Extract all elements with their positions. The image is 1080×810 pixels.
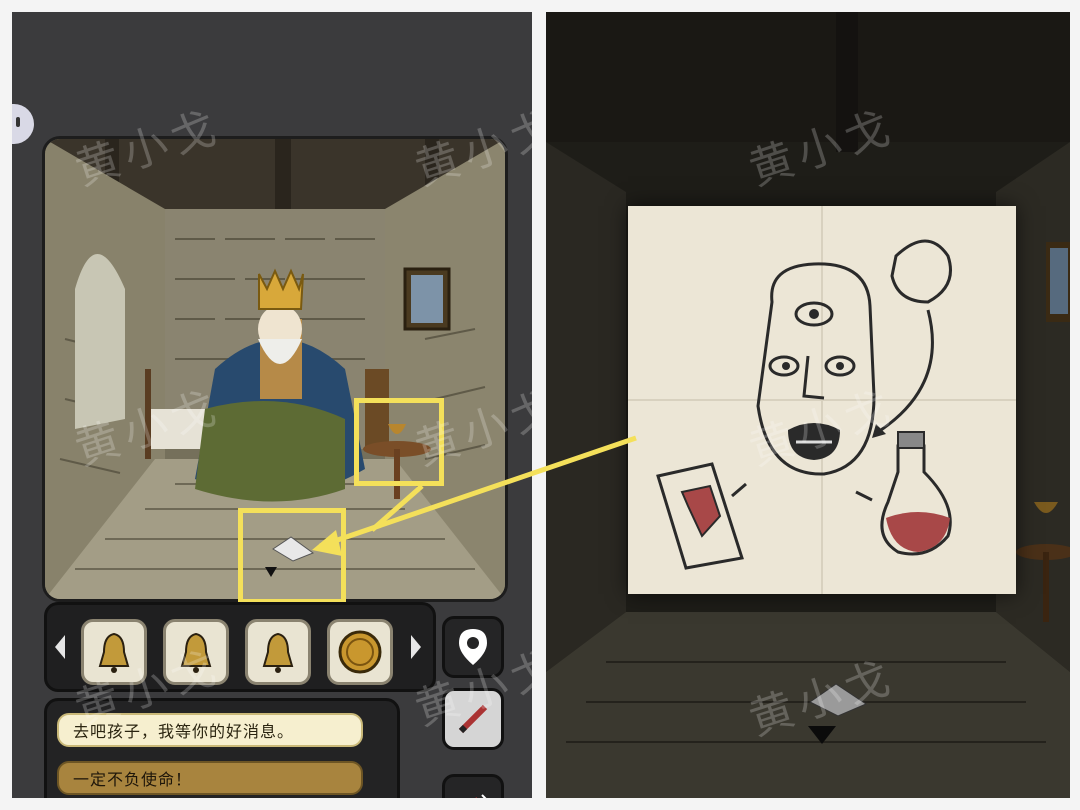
king-dialogue-line[interactable]: 去吧孩子，我等你的好消息。: [57, 713, 363, 747]
chevron-right-icon: [411, 635, 421, 659]
inventory-prev-arrow[interactable]: [53, 633, 67, 661]
inventory-slot-bell-1[interactable]: [81, 619, 147, 685]
inventory-next-arrow[interactable]: [409, 633, 423, 661]
bell-icon: [262, 632, 294, 673]
player-reply-option[interactable]: 一定不负使命！: [57, 761, 363, 795]
inventory-slot-bell-3[interactable]: [245, 619, 311, 685]
map-button[interactable]: [442, 616, 504, 678]
bell-icon: [98, 632, 130, 673]
wand-icon: [475, 794, 487, 798]
bell-icon: [180, 632, 212, 673]
chevron-left-icon: [55, 635, 65, 659]
left-game-screenshot: 去吧孩子，我等你的好消息。 一定不负使命！ 黄小戈 黄小戈 黄小戈 黄小戈 黄小…: [12, 12, 532, 798]
inventory-slot-bell-2[interactable]: [163, 619, 229, 685]
pencil-icon: [458, 704, 488, 734]
right-game-screenshot: 黄小戈 黄小戈 黄小戈: [546, 12, 1070, 798]
coin-icon: [338, 630, 382, 674]
riddle-drawing: [628, 206, 1016, 594]
notes-button[interactable]: [442, 688, 504, 750]
note-highlight-box: [238, 508, 346, 604]
hint-button[interactable]: [442, 774, 504, 798]
map-pin-icon: [459, 629, 487, 665]
dialogue-panel: 去吧孩子，我等你的好消息。 一定不负使命！: [44, 698, 400, 798]
menu-toggle-icon[interactable]: [12, 104, 34, 144]
inventory-slot-coin[interactable]: [327, 619, 393, 685]
inventory-bar: [44, 602, 436, 692]
riddle-note-paper[interactable]: [628, 206, 1016, 594]
goblet-highlight-box: [354, 398, 444, 486]
